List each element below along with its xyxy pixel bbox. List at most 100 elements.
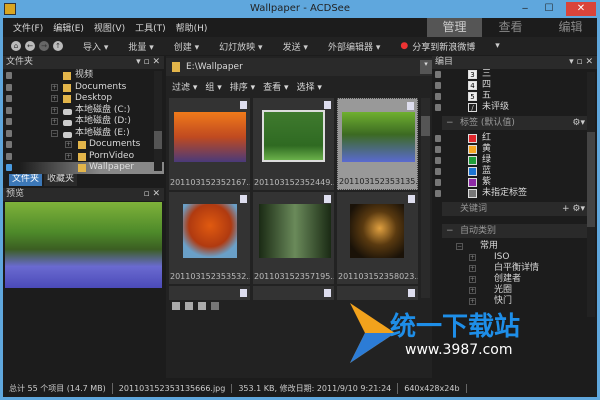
slideshow-button[interactable]: 幻灯放映 ▾ — [219, 40, 262, 53]
auto-tree-item[interactable]: + 白平衡详情 — [432, 263, 597, 274]
rating-item[interactable]: 4四 — [432, 80, 597, 91]
path-dropdown-icon[interactable]: ▾ — [420, 60, 432, 74]
catalog-scrollbar[interactable] — [587, 72, 595, 317]
label-item[interactable]: 蓝 — [432, 166, 597, 177]
thumbnail[interactable] — [169, 286, 250, 300]
folder-scrollbar[interactable] — [154, 71, 162, 171]
tree-item[interactable]: 视频 — [3, 70, 164, 82]
panel-controls-icon[interactable]: ▾ ▫ ✕ — [569, 56, 593, 69]
thumbnail-selected[interactable]: 201103152353135... — [337, 98, 419, 190]
mode-manage-tab[interactable]: 管理 — [427, 18, 482, 37]
tree-item[interactable]: + Documents — [3, 139, 164, 151]
filter-button[interactable]: 过滤 ▾ — [172, 80, 197, 93]
rating-item[interactable]: / 未评级 — [432, 102, 597, 113]
rotate-left-icon[interactable] — [185, 302, 193, 310]
mode-view-tab[interactable]: 查看 — [483, 18, 538, 37]
add-gear-icon[interactable]: + ⚙▾ — [562, 202, 585, 216]
send-button[interactable]: 发送 ▾ — [283, 40, 308, 53]
folder-tabs: 文件夹 收藏夹 — [3, 173, 164, 186]
thumbnail[interactable]: 201103152352449... — [253, 98, 334, 190]
label-item[interactable]: 绿 — [432, 155, 597, 166]
thumbnail[interactable]: 201103152357195... — [253, 192, 334, 284]
auto-tree-item[interactable]: − 常用 — [432, 241, 597, 252]
forward-icon[interactable]: → — [39, 41, 49, 51]
back-icon[interactable]: ← — [25, 41, 35, 51]
group-button[interactable]: 组 ▾ — [205, 80, 221, 93]
menu-file[interactable]: 文件(F) — [13, 21, 43, 34]
tab-folders[interactable]: 文件夹 — [9, 173, 43, 186]
batch-button[interactable]: 批量 ▾ — [128, 40, 153, 53]
tool-icon[interactable] — [211, 302, 219, 310]
label-color-swatch — [468, 134, 477, 143]
rating-item[interactable]: 5五 — [432, 91, 597, 102]
auto-categories-header[interactable]: − 自动类别 — [442, 224, 589, 238]
browser-bottom-tools — [172, 302, 219, 310]
folder-icon — [172, 62, 180, 72]
pin-icon — [435, 168, 441, 175]
select-button[interactable]: 选择 ▾ — [297, 80, 322, 93]
rating-item[interactable]: 3三 — [432, 69, 597, 80]
thumbnail[interactable] — [253, 286, 334, 300]
panel-controls-icon[interactable]: ▾ ▫ ✕ — [136, 56, 160, 69]
folders-header: 文件夹 ▾ ▫ ✕ — [3, 56, 164, 69]
app-icon — [4, 3, 16, 15]
tree-item[interactable]: + Desktop — [3, 93, 164, 105]
preview-image — [5, 202, 162, 288]
status-fileinfo: 353.1 KB, 修改日期: 2011/9/10 9:21:24 — [232, 382, 399, 394]
watermark-name: 统一下载站 — [390, 312, 521, 342]
thumbnail[interactable]: 201103152352167... — [169, 98, 250, 190]
label-text: 绿 — [482, 155, 492, 165]
label-item[interactable]: 未指定标签 — [432, 188, 597, 199]
close-button[interactable]: ✕ — [566, 2, 596, 16]
label-color-swatch — [468, 189, 477, 198]
menu-help[interactable]: 帮助(H) — [176, 21, 208, 34]
sort-button[interactable]: 排序 ▾ — [230, 80, 255, 93]
tree-item[interactable]: + PornVideo — [3, 151, 164, 163]
auto-tree-item[interactable]: + 创建者 — [432, 274, 597, 285]
mode-edit-tab[interactable]: 编辑 — [543, 18, 598, 37]
import-button[interactable]: 导入 ▾ — [83, 40, 108, 53]
menu-view[interactable]: 视图(V) — [94, 21, 125, 34]
watermark-url: www.3987.com — [405, 342, 513, 358]
thumbnail[interactable]: 201103152353532... — [169, 192, 250, 284]
label-color-swatch — [468, 178, 477, 187]
tree-item[interactable]: + 本地磁盘 (C:) — [3, 105, 164, 117]
label-item[interactable]: 红 — [432, 133, 597, 144]
menu-tools[interactable]: 工具(T) — [135, 21, 166, 34]
browser-scrollbar[interactable] — [421, 98, 430, 298]
keywords-section-header[interactable]: 关键词 + ⚙▾ — [442, 202, 589, 216]
panel-controls-icon[interactable]: ▫ ✕ — [143, 188, 160, 201]
tab-favorites[interactable]: 收藏夹 — [44, 173, 78, 186]
gear-icon[interactable]: ⚙▾ — [572, 116, 585, 130]
external-editor-button[interactable]: 外部编辑器 ▾ — [328, 40, 380, 53]
status-total: 总计 55 个项目 (14.7 MB) — [3, 382, 113, 394]
pin-icon — [435, 190, 441, 197]
up-icon[interactable]: ↑ — [53, 41, 63, 51]
tree-item-selected[interactable]: Wallpaper — [3, 162, 164, 174]
preview-header: 预览 ▫ ✕ — [3, 188, 164, 201]
labels-section-header[interactable]: − 标签 (默认值) ⚙▾ — [442, 116, 589, 130]
tree-item[interactable]: − 本地磁盘 (E:) — [3, 128, 164, 140]
label-item[interactable]: 紫 — [432, 177, 597, 188]
label-item[interactable]: 黄 — [432, 144, 597, 155]
tool-icon[interactable] — [172, 302, 180, 310]
auto-tree-item[interactable]: + 光圈 — [432, 285, 597, 296]
toolbar-more-button[interactable]: ▾ — [495, 41, 500, 51]
path-text[interactable]: E:\Wallpaper — [186, 62, 243, 72]
thumbnail[interactable]: 201103152358023... — [337, 192, 418, 284]
maximize-button[interactable]: ☐ — [538, 2, 560, 16]
label-text: 紫 — [482, 177, 492, 187]
share-weibo-button[interactable]: 分享到新浪微博 — [412, 40, 475, 53]
rotate-right-icon[interactable] — [198, 302, 206, 310]
tree-item[interactable]: + Documents — [3, 82, 164, 94]
minimize-button[interactable]: ‒ — [514, 2, 536, 16]
view-button[interactable]: 查看 ▾ — [263, 80, 288, 93]
left-panel: 文件夹 ▾ ▫ ✕ 视频 + Documents + Desktop + 本地磁盘 (C… — [3, 56, 164, 378]
tree-item[interactable]: + 本地磁盘 (D:) — [3, 116, 164, 128]
menu-edit[interactable]: 编辑(E) — [53, 21, 84, 34]
label-text: 蓝 — [482, 166, 492, 176]
auto-tree-item[interactable]: + ISO — [432, 252, 597, 263]
create-button[interactable]: 创建 ▾ — [174, 40, 199, 53]
title-bar: Wallpaper - ACDSee — [0, 0, 600, 18]
home-icon[interactable]: ⌂ — [11, 41, 21, 51]
